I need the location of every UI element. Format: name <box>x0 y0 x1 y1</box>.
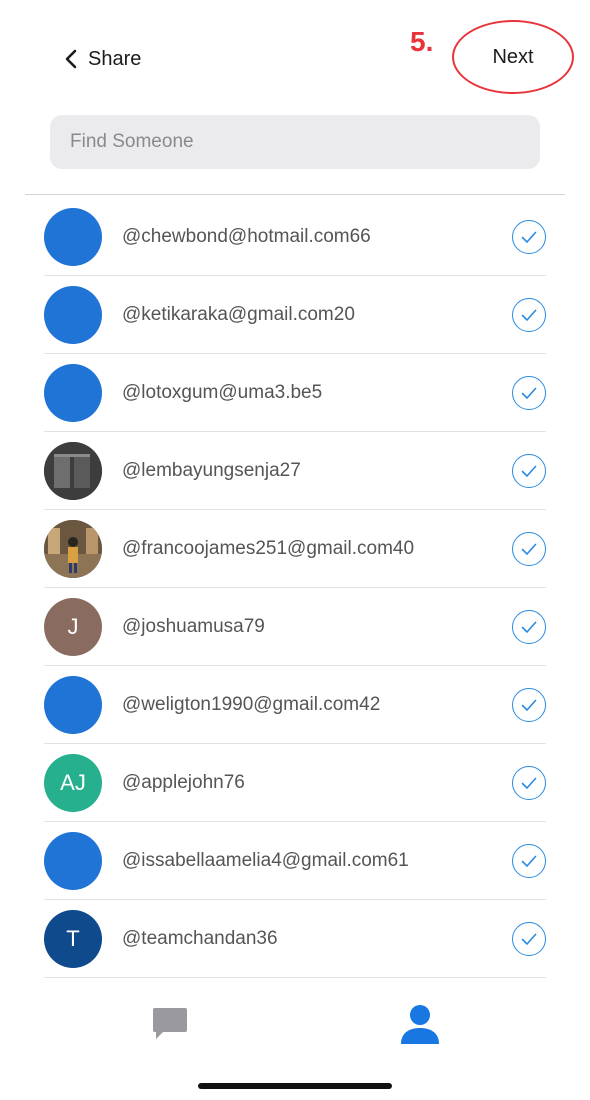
check-icon[interactable] <box>512 532 546 566</box>
check-icon[interactable] <box>512 376 546 410</box>
check-icon[interactable] <box>512 610 546 644</box>
check-icon[interactable] <box>512 220 546 254</box>
contact-row[interactable]: @francoojames251@gmail.com40 <box>44 510 546 588</box>
check-icon[interactable] <box>512 922 546 956</box>
avatar-initials: J <box>67 614 79 639</box>
contact-handle: @weligton1990@gmail.com42 <box>122 694 381 715</box>
avatar-initials: AJ <box>60 770 86 795</box>
chat-bubble-icon <box>151 1006 189 1047</box>
tab-contacts[interactable] <box>395 1001 445 1051</box>
contact-handle: @applejohn76 <box>122 772 245 793</box>
next-label: Next <box>492 45 534 68</box>
photo-avatar-image <box>44 520 102 578</box>
avatar-initials: T <box>66 926 80 951</box>
avatar <box>44 364 102 422</box>
contact-handle: @joshuamusa79 <box>122 616 265 637</box>
contact-list: @chewbond@hotmail.com66 @ketikaraka@gmai… <box>44 198 546 978</box>
avatar: J <box>44 598 102 656</box>
check-icon[interactable] <box>512 454 546 488</box>
contact-row[interactable]: T @teamchandan36 <box>44 900 546 978</box>
chevron-left-icon <box>64 49 78 69</box>
avatar <box>44 208 102 266</box>
header: Share 5. Next <box>0 0 590 110</box>
avatar: T <box>44 910 102 968</box>
contact-handle: @chewbond@hotmail.com66 <box>122 226 371 247</box>
contact-handle: @teamchandan36 <box>122 928 278 949</box>
contact-handle: @issabellaamelia4@gmail.com61 <box>122 850 409 871</box>
check-icon[interactable] <box>512 298 546 332</box>
avatar: AJ <box>44 754 102 812</box>
contact-row[interactable]: @chewbond@hotmail.com66 <box>44 198 546 276</box>
back-label: Share <box>88 47 142 70</box>
avatar <box>44 832 102 890</box>
check-icon[interactable] <box>512 688 546 722</box>
person-icon <box>400 1003 440 1050</box>
contact-handle: @lembayungsenja27 <box>122 460 301 481</box>
photo-avatar-image <box>44 442 102 500</box>
check-icon[interactable] <box>512 766 546 800</box>
contact-row[interactable]: @ketikaraka@gmail.com20 <box>44 276 546 354</box>
avatar <box>44 286 102 344</box>
contact-row[interactable]: J @joshuamusa79 <box>44 588 546 666</box>
avatar <box>44 676 102 734</box>
check-icon[interactable] <box>512 844 546 878</box>
home-indicator <box>198 1083 392 1089</box>
tab-bar <box>0 995 590 1065</box>
contact-row[interactable]: @lotoxgum@uma3.be5 <box>44 354 546 432</box>
contact-handle: @lotoxgum@uma3.be5 <box>122 382 323 403</box>
contact-row[interactable]: @issabellaamelia4@gmail.com61 <box>44 822 546 900</box>
back-button[interactable]: Share <box>64 44 141 74</box>
contact-row[interactable]: @weligton1990@gmail.com42 <box>44 666 546 744</box>
contact-row[interactable]: @lembayungsenja27 <box>44 432 546 510</box>
contact-handle: @ketikaraka@gmail.com20 <box>122 304 355 325</box>
divider <box>25 194 565 195</box>
step-annotation: 5. <box>410 26 434 57</box>
tab-chats[interactable] <box>145 1001 195 1051</box>
next-button[interactable]: Next <box>452 20 574 94</box>
avatar <box>44 442 102 500</box>
contact-row[interactable]: AJ @applejohn76 <box>44 744 546 822</box>
avatar <box>44 520 102 578</box>
search-input[interactable] <box>50 115 540 169</box>
contact-handle: @francoojames251@gmail.com40 <box>122 538 415 559</box>
